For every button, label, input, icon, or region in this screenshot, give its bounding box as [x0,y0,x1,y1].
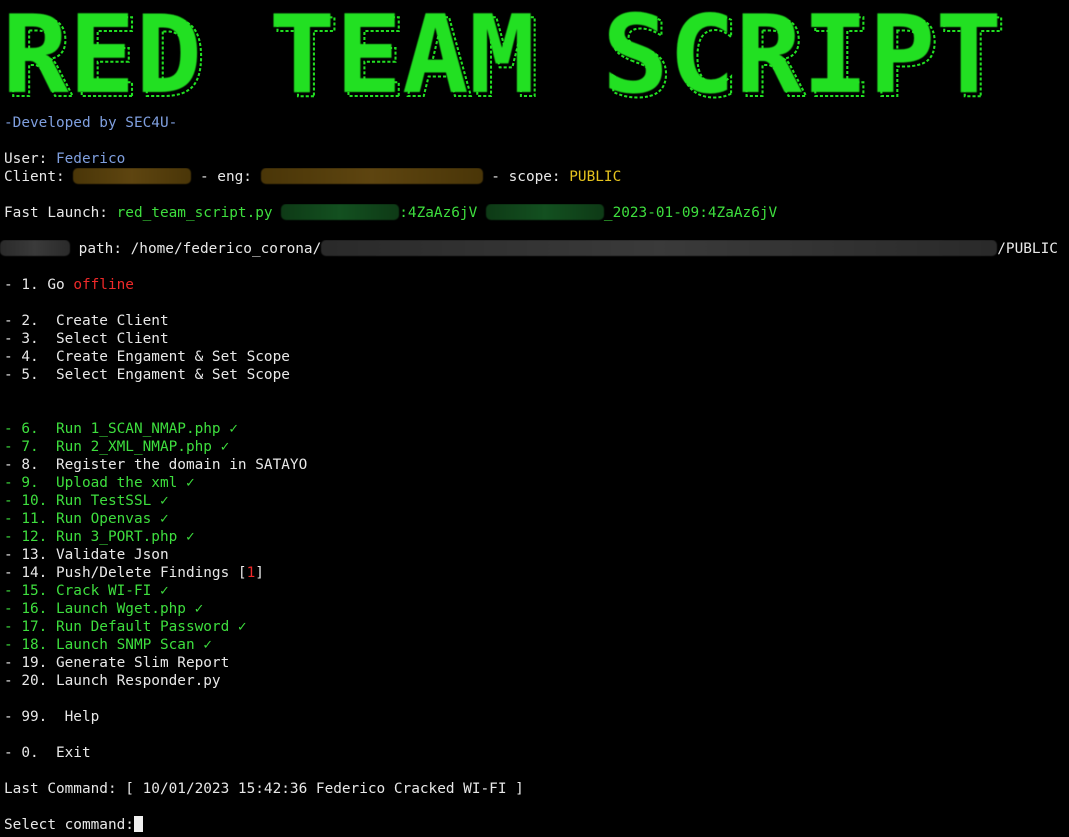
developed-by: -Developed by SEC4U- [4,115,178,131]
findings-label: - 14. Push/Delete Findings [ [4,565,247,581]
menu-item-15: - 15. Crack WI-FI ✓ [4,583,169,599]
menu-item-19: - 19. Generate Slim Report [4,655,230,671]
findings-count: 1 [246,565,256,581]
menu-item-12: - 12. Run 3_PORT.php ✓ [4,529,195,545]
redacted-engagement [260,168,483,184]
fast-launch-suffix-1: :4ZaAz6jV [399,205,486,221]
findings-bracket: ] [255,565,264,581]
menu-item-10: - 10. Run TestSSL ✓ [4,493,169,509]
redacted-path [321,240,998,256]
offline-status: offline [73,277,134,293]
menu-item-5: - 5. Select Engament & Set Scope [4,367,290,383]
fast-launch-label: Fast Launch: [4,205,117,221]
menu-item-go-offline-label: - 1. Go [4,277,74,293]
client-label: Client: [4,169,74,185]
command-prompt-line[interactable]: Select command: [4,816,1067,834]
red-team-script-banner: RED TEAM SCRIPT RED TEAM SCRIPT [2,0,1007,110]
last-command: Last Command: [ 10/01/2023 15:42:36 Fede… [4,781,524,797]
fast-launch-script: red_team_script.py [116,205,282,221]
menu-item-20: - 20. Launch Responder.py [4,673,221,689]
path-line: path: /home/federico_corona/ /PUBLIC [0,240,1067,258]
redacted-path-label [0,240,70,256]
menu-item-go-offline: - 1. Go offline [4,276,1067,294]
path-suffix: /PUBLIC [997,241,1058,257]
scope-label: - scope: [482,169,570,185]
menu-item-help: - 99. Help [4,709,100,725]
path-label: path: /home/federico_corona/ [70,241,322,257]
menu-item-9: - 9. Upload the xml ✓ [4,475,195,491]
menu-item-7: - 7. Run 2_XML_NMAP.php ✓ [4,439,230,455]
client-line: Client: - eng: - scope: PUBLIC [4,168,1067,186]
menu-item-6: - 6. Run 1_SCAN_NMAP.php ✓ [4,421,238,437]
eng-label: - eng: [191,169,261,185]
user-label: User: [4,151,56,167]
menu-item-11: - 11. Run Openvas ✓ [4,511,169,527]
banner-title: RED TEAM SCRIPT [2,0,1002,110]
command-prompt: Select command: [4,817,134,833]
scope-value: PUBLIC [569,169,622,185]
menu-item-exit: - 0. Exit [4,745,91,761]
fast-launch-suffix-2: _2023-01-09:4ZaAz6jV [603,205,778,221]
text-cursor[interactable] [133,816,143,832]
user-name: Federico [55,151,126,167]
menu-item-13: - 13. Validate Json [4,547,169,563]
menu-item-14: - 14. Push/Delete Findings [1] [4,564,1067,582]
menu-item-3: - 3. Select Client [4,331,169,347]
menu-item-2: - 2. Create Client [4,313,169,329]
redacted-fast-launch-1 [281,204,400,220]
redacted-client [73,168,192,184]
menu-item-18: - 18. Launch SNMP Scan ✓ [4,637,212,653]
menu-item-16: - 16. Launch Wget.php ✓ [4,601,204,617]
menu-item-17: - 17. Run Default Password ✓ [4,619,247,635]
fast-launch-line: Fast Launch: red_team_script.py :4ZaAz6j… [4,204,1067,222]
user-line: User: Federico [4,150,1067,168]
terminal-output: -Developed by SEC4U- User: Federico Clie… [0,114,1067,834]
menu-item-4: - 4. Create Engament & Set Scope [4,349,290,365]
menu-item-8: - 8. Register the domain in SATAYO [4,457,308,473]
redacted-fast-launch-2 [485,204,604,220]
